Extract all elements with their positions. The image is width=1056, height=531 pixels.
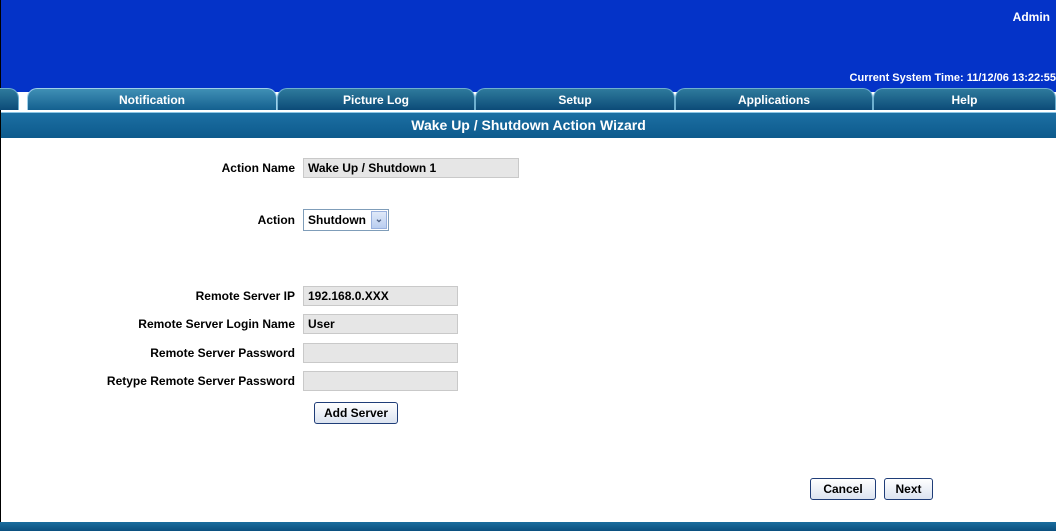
login-name-label: Remote Server Login Name [138, 317, 295, 331]
action-select-value: Shutdown [308, 213, 366, 227]
header: Admin Current System Time: 11/12/06 13:2… [1, 0, 1056, 92]
tab-notification[interactable]: Notification [27, 88, 277, 110]
add-server-button[interactable]: Add Server [314, 402, 398, 424]
remote-ip-field[interactable]: 192.168.0.XXX [303, 286, 458, 306]
password-field[interactable] [303, 343, 458, 363]
action-label: Action [257, 213, 295, 227]
tab-edge [0, 88, 19, 110]
tab-setup[interactable]: Setup [475, 88, 675, 110]
password-label: Remote Server Password [150, 346, 295, 360]
wizard-form: Action Name Wake Up / Shutdown 1 Action … [1, 138, 1056, 522]
retype-password-field[interactable] [303, 371, 458, 391]
chevron-down-icon[interactable]: ⌄ [371, 211, 387, 229]
user-label: Admin [1012, 10, 1050, 24]
system-time: Current System Time: 11/12/06 13:22:55 [849, 72, 1056, 84]
cancel-button[interactable]: Cancel [810, 478, 876, 500]
tab-applications[interactable]: Applications [675, 88, 873, 110]
tab-picture-log[interactable]: Picture Log [277, 88, 475, 110]
action-name-label: Action Name [221, 161, 295, 175]
action-name-field[interactable]: Wake Up / Shutdown 1 [303, 158, 519, 178]
next-button[interactable]: Next [884, 478, 933, 500]
retype-password-label: Retype Remote Server Password [106, 374, 295, 388]
main-tabs: Notification Picture Log Setup Applicati… [0, 88, 1056, 112]
tab-help[interactable]: Help [873, 88, 1056, 110]
remote-ip-label: Remote Server IP [195, 289, 295, 303]
action-select[interactable]: Shutdown ⌄ [303, 209, 389, 231]
login-name-field[interactable]: User [303, 314, 458, 334]
footer-bar [0, 522, 1056, 531]
page-title: Wake Up / Shutdown Action Wizard [1, 112, 1056, 138]
